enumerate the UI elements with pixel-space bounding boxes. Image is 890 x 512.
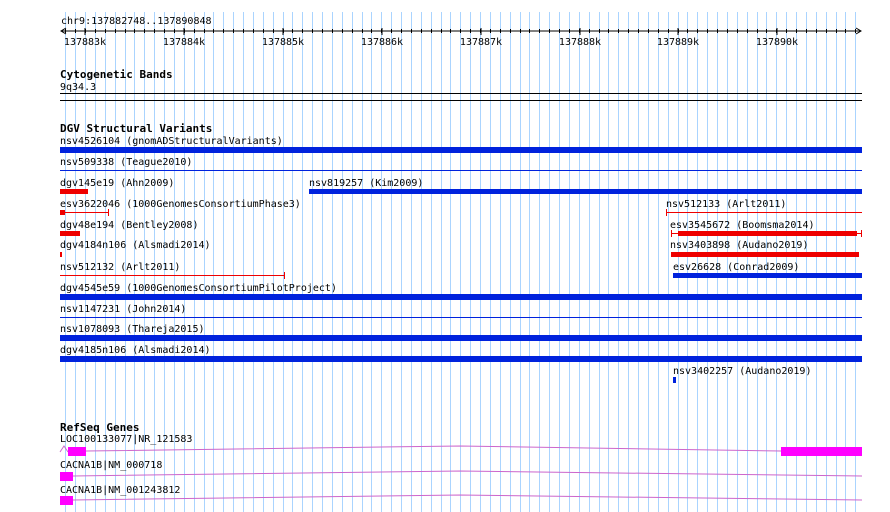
variant-feature-red[interactable] [60, 252, 62, 257]
variant-feature-red[interactable] [671, 252, 859, 257]
region-label: chr9:137882748..137890848 [61, 16, 212, 27]
tick-label: 137886k [361, 37, 403, 48]
variant-feature-red[interactable] [671, 230, 862, 237]
tick-label: 137888k [559, 37, 601, 48]
refseq-track-title: RefSeq Genes [60, 421, 139, 434]
variant-feature-red[interactable] [666, 209, 862, 216]
variant-label: dgv4184n106 (Alsmadi2014) [60, 240, 211, 251]
variant-label: dgv48e194 (Bentley2008) [60, 220, 198, 231]
gene-label: LOC100133077|NR_121583 [60, 434, 192, 445]
variant-label: nsv512132 (Arlt2011) [60, 262, 180, 273]
cytoband-track-title: Cytogenetic Bands [60, 68, 173, 81]
variant-feature-red[interactable] [60, 272, 285, 279]
gene-label: CACNA1B|NM_001243812 [60, 485, 180, 496]
variant-feature-red[interactable] [60, 189, 88, 194]
tick-label: 137885k [262, 37, 304, 48]
genome-browser-view: chr9:137882748..137890848 137883k 137884… [59, 12, 863, 512]
tick-label: 137889k [657, 37, 699, 48]
variant-label: nsv819257 (Kim2009) [309, 178, 423, 189]
variant-label: dgv4545e59 (1000GenomesConsortiumPilotPr… [60, 283, 337, 294]
variant-feature-blue[interactable] [673, 377, 676, 383]
variant-label: nsv1147231 (John2014) [60, 304, 186, 315]
variant-feature-blue[interactable] [60, 294, 862, 300]
variant-label: esv3622046 (1000GenomesConsortiumPhase3) [60, 199, 301, 210]
variant-label: nsv1078093 (Thareja2015) [60, 324, 205, 335]
tick-label: 137884k [163, 37, 205, 48]
variant-label: nsv509338 (Teague2010) [60, 157, 192, 168]
variant-label: dgv145e19 (Ahn2009) [60, 178, 174, 189]
cytoband-label: 9q34.3 [60, 82, 96, 93]
tick-label: 137890k [756, 37, 798, 48]
variant-label: nsv512133 (Arlt2011) [666, 199, 786, 210]
variant-label: esv3545672 (Boomsma2014) [670, 220, 815, 231]
tick-label: 137887k [460, 37, 502, 48]
dgv-track-title: DGV Structural Variants [60, 122, 212, 135]
variant-feature-blue[interactable] [60, 147, 862, 153]
variant-label: nsv3403898 (Audano2019) [670, 240, 808, 251]
variant-feature-blue[interactable] [60, 356, 862, 362]
variant-label: nsv3402257 (Audano2019) [673, 366, 811, 377]
tick-label: 137883k [64, 37, 106, 48]
variant-label: nsv4526104 (gnomADStructuralVariants) [60, 136, 283, 147]
variant-feature-blue[interactable] [309, 189, 862, 194]
variant-feature-red[interactable] [60, 209, 109, 216]
variant-feature-blue[interactable] [60, 335, 862, 341]
variant-feature-blue[interactable] [673, 273, 862, 278]
variant-label: esv26628 (Conrad2009) [673, 262, 799, 273]
variant-label: dgv4185n106 (Alsmadi2014) [60, 345, 211, 356]
gene-label: CACNA1B|NM_000718 [60, 460, 162, 471]
variant-feature-red[interactable] [60, 231, 80, 236]
